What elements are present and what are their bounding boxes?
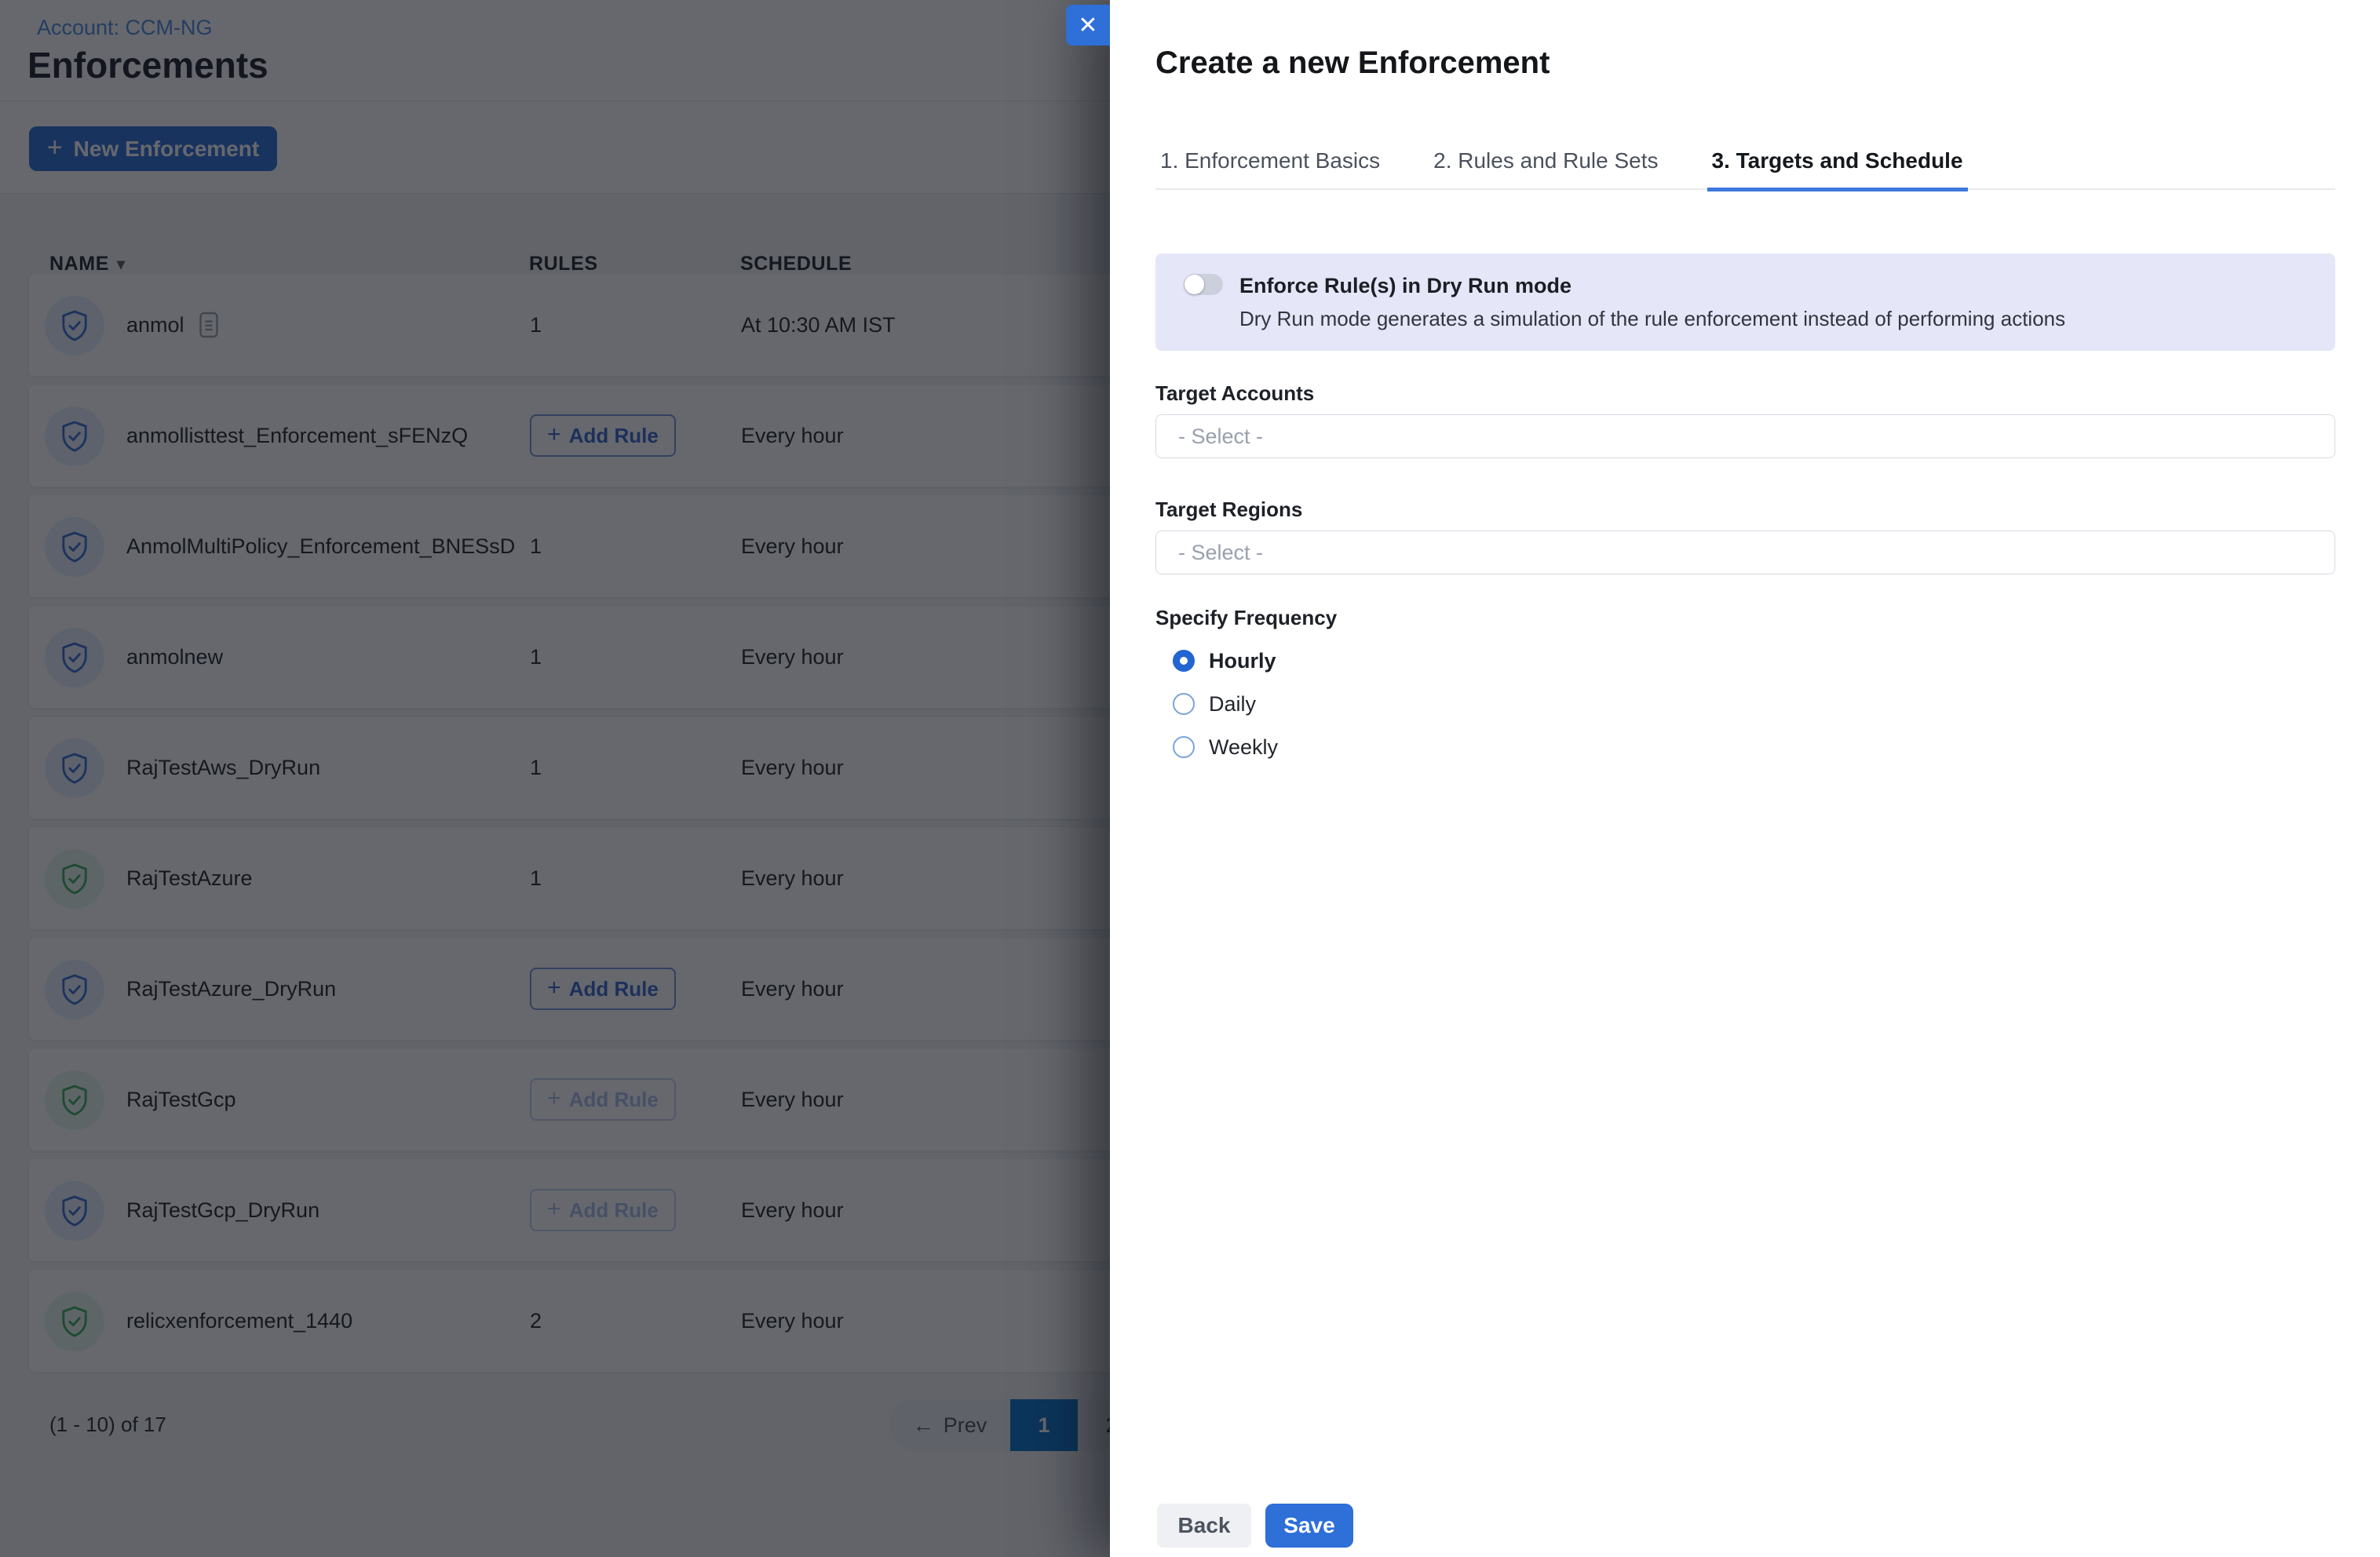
tab-enforcement-basics[interactable]: 1. Enforcement Basics [1155,148,1385,191]
drawer-title: Create a new Enforcement [1155,46,1550,81]
tab-rules-and-rule-sets[interactable]: 2. Rules and Rule Sets [1429,148,1663,191]
tab-targets-and-schedule[interactable]: 3. Targets and Schedule [1707,148,1968,191]
target-accounts-placeholder: - Select - [1178,425,1263,449]
toggle-knob [1185,275,1204,294]
radio-label: Daily [1209,692,1256,717]
radio-label: Weekly [1209,735,1278,760]
dry-run-banner: Enforce Rule(s) in Dry Run mode Dry Run … [1155,253,2335,351]
dry-run-toggle[interactable] [1184,274,1223,295]
target-regions-select[interactable]: - Select - [1155,531,2335,574]
specify-frequency-label: Specify Frequency [1155,606,1337,630]
radio-icon [1173,650,1195,672]
radio-label: Hourly [1209,649,1276,673]
close-icon: ✕ [1078,12,1097,39]
target-regions-placeholder: - Select - [1178,541,1263,565]
back-button[interactable]: Back [1157,1504,1251,1548]
close-button[interactable]: ✕ [1066,5,1110,46]
radio-icon [1173,693,1195,715]
save-button[interactable]: Save [1265,1504,1353,1548]
create-enforcement-drawer: ✕ Create a new Enforcement 1. Enforcemen… [1110,0,2380,1557]
target-accounts-label: Target Accounts [1155,381,1314,406]
radio-icon [1173,736,1195,758]
dry-run-title: Enforce Rule(s) in Dry Run mode [1239,274,1571,298]
dry-run-description: Dry Run mode generates a simulation of t… [1239,307,2065,331]
frequency-option-hourly[interactable]: Hourly [1173,644,1276,678]
drawer-tabs: 1. Enforcement Basics 2. Rules and Rule S… [1155,138,2335,190]
target-regions-label: Target Regions [1155,498,1302,522]
target-accounts-select[interactable]: - Select - [1155,414,2335,458]
frequency-option-weekly[interactable]: Weekly [1173,730,1278,764]
frequency-option-daily[interactable]: Daily [1173,687,1256,721]
